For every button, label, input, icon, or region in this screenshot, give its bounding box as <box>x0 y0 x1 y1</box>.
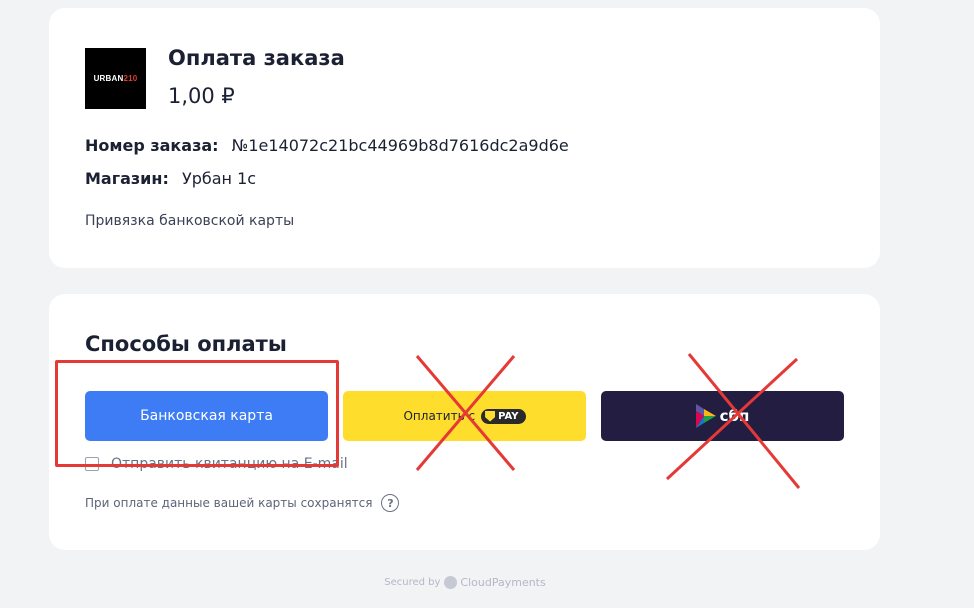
shop-row: Магазин: Урбан 1с <box>85 169 256 188</box>
email-receipt-option[interactable]: Отправить квитанцию на E-mail <box>85 456 348 472</box>
sbp-icon <box>695 404 716 428</box>
order-note: Привязка банковской карты <box>85 213 295 229</box>
sbp-logo: сбп <box>695 404 750 428</box>
page-title: Оплата заказа <box>168 46 345 70</box>
tpay-badge-label: PAY <box>498 410 519 422</box>
shop-name: Урбан 1с <box>181 169 257 188</box>
cloudpayments-icon <box>444 576 458 589</box>
payment-methods-title: Способы оплаты <box>85 332 287 356</box>
sbp-button-label: сбп <box>719 407 750 425</box>
shop-logo: URBAN210 <box>85 48 146 109</box>
order-number-label: Номер заказа: <box>85 136 219 155</box>
order-number-row: Номер заказа: №1e14072c21bc44969b8d7616d… <box>85 136 569 155</box>
cloudpayments-brand[interactable]: CloudPayments <box>460 576 545 589</box>
card-save-note: При оплате данные вашей карты сохранятся… <box>85 494 400 512</box>
bank-card-button-label: Банковская карта <box>140 408 273 424</box>
secured-by-text: Secured by <box>384 577 441 588</box>
bank-card-button[interactable]: Банковская карта <box>85 391 328 441</box>
email-receipt-checkbox[interactable] <box>85 457 99 471</box>
order-number-value: №1e14072c21bc44969b8d7616dc2a9d6e <box>231 136 569 155</box>
tpay-button[interactable]: Оплатить с PAY <box>343 391 586 441</box>
email-receipt-label: Отправить квитанцию на E-mail <box>111 456 348 472</box>
help-icon[interactable]: ? <box>381 494 400 512</box>
footer: Secured by CloudPayments <box>0 576 930 589</box>
shop-label: Магазин: <box>85 169 169 188</box>
card-save-note-text: При оплате данные вашей карты сохранятся <box>85 496 373 510</box>
order-amount: 1,00 ₽ <box>168 84 235 108</box>
payment-card: Способы оплаты Банковская карта Оплатить… <box>49 294 880 550</box>
tpay-shield-icon <box>485 410 496 422</box>
order-card: URBAN210 Оплата заказа 1,00 ₽ Номер зака… <box>49 8 880 268</box>
tpay-button-label: Оплатить с <box>403 409 476 423</box>
tpay-badge: PAY <box>481 408 526 424</box>
sbp-button[interactable]: сбп <box>601 391 844 441</box>
